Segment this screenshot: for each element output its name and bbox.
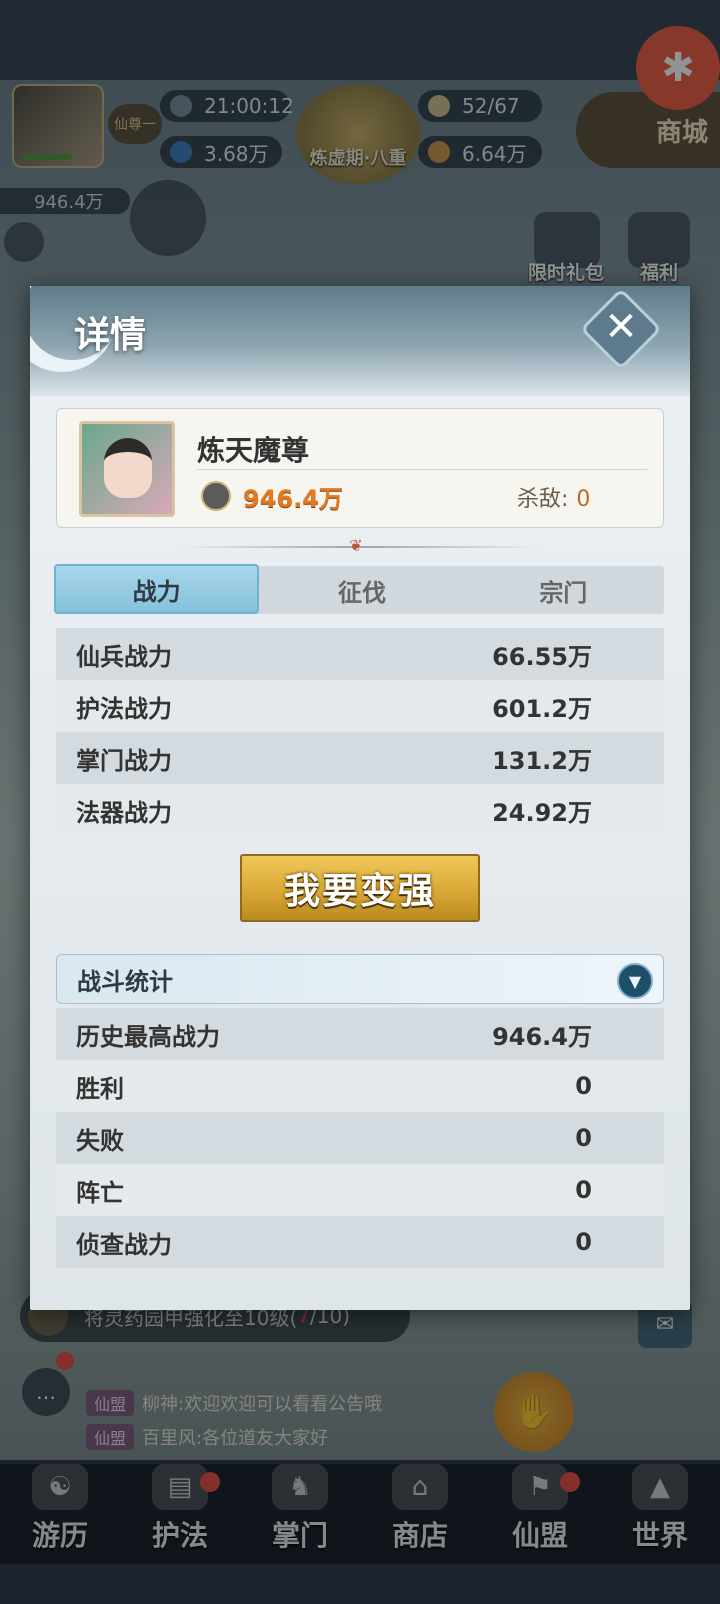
table-row: 仙兵战力 66.55万 xyxy=(56,628,664,680)
stat-value: 0 xyxy=(575,1228,592,1256)
table-row: 掌门战力 131.2万 xyxy=(56,732,664,784)
profile-card: 炼天魔尊 946.4万 杀敌: 0 xyxy=(56,408,664,528)
sword-icon xyxy=(201,481,231,511)
kill-value: 0 xyxy=(576,487,591,512)
power-stats-table: 仙兵战力 66.55万 护法战力 601.2万 掌门战力 131.2万 法器战力… xyxy=(56,628,664,836)
stat-label: 法器战力 xyxy=(76,798,172,827)
get-stronger-button[interactable]: 我要变强 xyxy=(240,854,480,922)
battle-stats-title: 战斗统计 xyxy=(77,967,173,996)
stat-label: 历史最高战力 xyxy=(76,1022,220,1051)
stat-label: 护法战力 xyxy=(76,694,172,723)
stat-label: 仙兵战力 xyxy=(76,642,172,671)
tab-power[interactable]: 战力 xyxy=(54,564,260,614)
stat-value: 131.2万 xyxy=(492,746,592,775)
divider xyxy=(197,469,647,470)
player-name: 炼天魔尊 xyxy=(197,434,310,467)
player-power: 946.4万 xyxy=(243,485,343,513)
close-icon[interactable]: ✕ xyxy=(592,298,650,356)
battle-stats-header[interactable]: 战斗统计 ▼ xyxy=(56,954,664,1004)
kill-label: 杀敌: xyxy=(517,487,569,512)
stat-value: 24.92万 xyxy=(492,798,592,827)
battle-stats-table: 历史最高战力 946.4万 胜利 0 失败 0 阵亡 0 侦查战力 0 xyxy=(56,1008,664,1268)
stat-value: 0 xyxy=(575,1072,592,1100)
table-row: 胜利 0 xyxy=(56,1060,664,1112)
avatar-face xyxy=(104,438,152,498)
tab-sect[interactable]: 宗门 xyxy=(463,566,664,614)
stat-label: 失败 xyxy=(76,1126,124,1155)
stat-value: 66.55万 xyxy=(492,642,592,671)
modal-title: 详情 xyxy=(74,315,147,356)
tab-conquest[interactable]: 征伐 xyxy=(261,566,462,614)
table-row: 历史最高战力 946.4万 xyxy=(56,1008,664,1060)
stat-label: 胜利 xyxy=(76,1074,124,1103)
table-row: 法器战力 24.92万 xyxy=(56,784,664,836)
stat-label: 掌门战力 xyxy=(76,746,172,775)
stat-value: 0 xyxy=(575,1124,592,1152)
stat-label: 侦查战力 xyxy=(76,1230,172,1259)
table-row: 侦查战力 0 xyxy=(56,1216,664,1268)
stat-value: 946.4万 xyxy=(492,1022,592,1051)
tab-bar: 战力 征伐 宗门 xyxy=(54,564,664,614)
stat-value: 0 xyxy=(575,1176,592,1204)
kill-count: 杀敌: 0 xyxy=(517,481,590,513)
chevron-down-icon[interactable]: ▼ xyxy=(617,963,653,999)
flame-ornament-icon: ❦ xyxy=(349,536,363,555)
table-row: 失败 0 xyxy=(56,1112,664,1164)
stat-label: 阵亡 xyxy=(76,1178,124,1207)
profile-avatar xyxy=(79,421,175,517)
stat-value: 601.2万 xyxy=(492,694,592,723)
table-row: 护法战力 601.2万 xyxy=(56,680,664,732)
table-row: 阵亡 0 xyxy=(56,1164,664,1216)
